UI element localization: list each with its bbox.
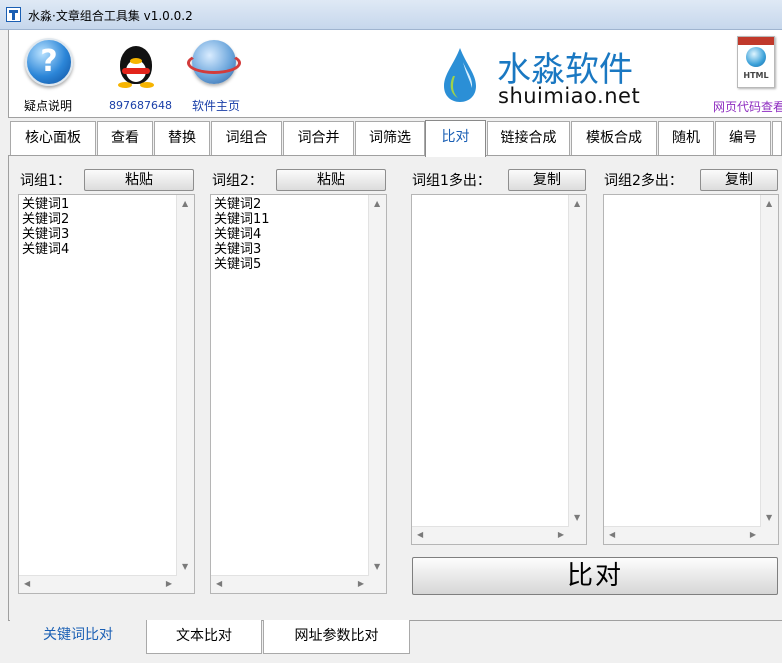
tab-compare[interactable]: 比对	[425, 120, 486, 157]
tab-view[interactable]: 查看	[97, 121, 153, 155]
scroll-up-icon[interactable]: ▲	[574, 200, 580, 208]
group1-lines: 关键词1 关键词2 关键词3 关键词4	[22, 197, 69, 257]
compare-button[interactable]: 比对	[412, 557, 778, 595]
window-title: 水淼·文章组合工具集 v1.0.0.2	[28, 9, 193, 23]
bottom-tab-keyword-compare[interactable]: 关键词比对	[10, 619, 146, 657]
list-item: 关键词2	[214, 197, 262, 212]
scroll-left-icon[interactable]: ◀	[417, 531, 423, 539]
paste-button-group2[interactable]: 粘贴	[276, 169, 386, 191]
vertical-scrollbar[interactable]: ▲ ▼	[368, 195, 386, 576]
globe-icon[interactable]	[187, 40, 241, 86]
list-item: 关键词4	[22, 242, 70, 257]
vertical-scrollbar[interactable]: ▲ ▼	[568, 195, 586, 527]
copy-button-extra2[interactable]: 复制	[700, 169, 778, 191]
scroll-down-icon[interactable]: ▼	[766, 514, 772, 522]
vertical-scrollbar[interactable]: ▲ ▼	[176, 195, 194, 576]
html-file-icon[interactable]: HTML	[737, 36, 775, 88]
group1-textarea[interactable]: 关键词1 关键词2 关键词3 关键词4 ▲ ▼ ◀ ▶	[18, 194, 195, 594]
list-item: 关键词11	[214, 212, 270, 227]
horizontal-scrollbar[interactable]: ◀ ▶	[604, 526, 761, 544]
group2-textarea[interactable]: 关键词2 关键词11 关键词4 关键词3 关键词5 ▲ ▼ ◀ ▶	[210, 194, 387, 594]
scroll-down-icon[interactable]: ▼	[374, 563, 380, 571]
horizontal-scrollbar[interactable]: ◀ ▶	[412, 526, 569, 544]
title-bar: 水淼·文章组合工具集 v1.0.0.2	[0, 0, 782, 30]
help-label[interactable]: 疑点说明	[24, 97, 72, 114]
copy-button-extra1[interactable]: 复制	[508, 169, 586, 191]
tab-word-merge[interactable]: 词合并	[283, 121, 354, 155]
vertical-scrollbar[interactable]: ▲ ▼	[760, 195, 778, 527]
scroll-up-icon[interactable]: ▲	[766, 200, 772, 208]
tab-word-combine[interactable]: 词组合	[211, 121, 282, 155]
qq-penguin-icon[interactable]	[114, 38, 158, 88]
list-item: 关键词1	[22, 197, 70, 212]
paste-button-group1[interactable]: 粘贴	[84, 169, 194, 191]
list-item: 关键词3	[22, 227, 70, 242]
group2-extra-textarea[interactable]: ▲ ▼ ◀ ▶	[603, 194, 779, 545]
brand-site: shuimiao.net	[498, 84, 641, 108]
group1-extra-label: 词组1多出：	[412, 173, 491, 189]
group2-lines: 关键词2 关键词11 关键词4 关键词3 关键词5	[214, 197, 270, 272]
tab-overflow[interactable]	[772, 121, 782, 155]
qq-number[interactable]: 897687648	[109, 99, 172, 112]
scroll-right-icon[interactable]: ▶	[558, 531, 564, 539]
list-item: 关键词4	[214, 227, 262, 242]
app-icon	[6, 7, 21, 22]
group2-label: 词组2：	[212, 173, 263, 189]
scroll-right-icon[interactable]: ▶	[750, 531, 756, 539]
tab-numbering[interactable]: 编号	[715, 121, 771, 155]
list-item: 关键词3	[214, 242, 262, 257]
tab-random[interactable]: 随机	[658, 121, 714, 155]
scroll-right-icon[interactable]: ▶	[358, 580, 364, 588]
horizontal-scrollbar[interactable]: ◀ ▶	[211, 575, 369, 593]
tab-template-compose[interactable]: 模板合成	[571, 121, 657, 155]
group1-label: 词组1：	[20, 173, 71, 189]
help-icon[interactable]: ?	[25, 38, 73, 86]
list-item: 关键词5	[214, 257, 262, 272]
list-item: 关键词2	[22, 212, 70, 227]
scroll-right-icon[interactable]: ▶	[166, 580, 172, 588]
tab-link-compose[interactable]: 链接合成	[487, 121, 570, 155]
bottom-tab-url-param-compare[interactable]: 网址参数比对	[263, 620, 410, 654]
scroll-left-icon[interactable]: ◀	[216, 580, 222, 588]
toolbar: ? 疑点说明 897687648 软件主页 水淼软件 shuimiao.net …	[8, 30, 782, 118]
scroll-up-icon[interactable]: ▲	[374, 200, 380, 208]
scroll-up-icon[interactable]: ▲	[182, 200, 188, 208]
tab-replace[interactable]: 替换	[154, 121, 210, 155]
scroll-down-icon[interactable]: ▼	[182, 563, 188, 571]
scroll-left-icon[interactable]: ◀	[24, 580, 30, 588]
water-drop-logo-icon	[444, 48, 476, 102]
group2-extra-label: 词组2多出：	[604, 173, 683, 189]
horizontal-scrollbar[interactable]: ◀ ▶	[19, 575, 177, 593]
scroll-left-icon[interactable]: ◀	[609, 531, 615, 539]
group1-extra-textarea[interactable]: ▲ ▼ ◀ ▶	[411, 194, 587, 545]
html-view-label[interactable]: 网页代码查看	[713, 98, 782, 115]
home-link[interactable]: 软件主页	[192, 97, 240, 114]
tab-core-panel[interactable]: 核心面板	[10, 121, 96, 155]
tab-word-filter[interactable]: 词筛选	[355, 121, 425, 155]
bottom-tab-text-compare[interactable]: 文本比对	[146, 620, 262, 654]
scroll-down-icon[interactable]: ▼	[574, 514, 580, 522]
